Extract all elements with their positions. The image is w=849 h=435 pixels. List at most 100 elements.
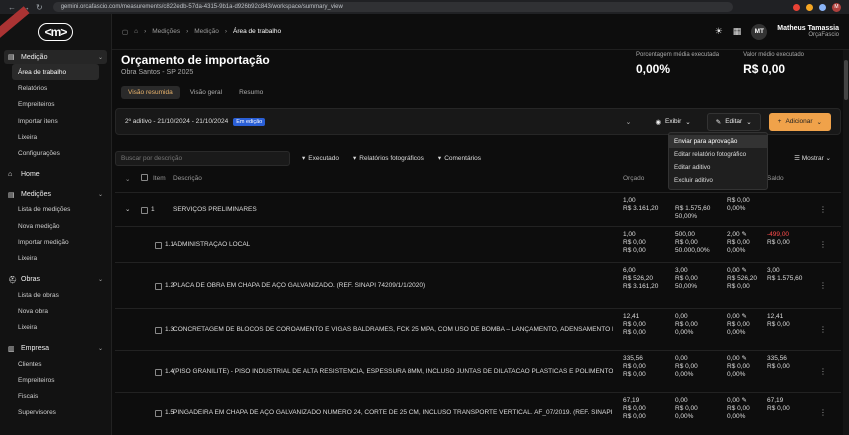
menu-item-editar-relatorio[interactable]: Editar relatório fotográfico [669,148,767,161]
home-icon[interactable]: ⌂ [134,28,138,35]
extension-icon[interactable] [819,3,826,11]
extension-icon[interactable] [806,3,813,11]
select-all-checkbox[interactable] [141,174,148,181]
kpi-value: 0,00% [636,62,671,76]
row-values-c3[interactable]: 0,00 ✎ R$ 0,00 0,00% [727,397,750,422]
sidebar-item[interactable]: Fiscais [0,388,111,404]
row-description[interactable]: ADMINISTRAÇÃO LOCAL [173,241,613,249]
sidebar-item[interactable]: Lista de obras [0,287,111,303]
row-description[interactable]: (PISO GRANILITE) - PISO INDUSTRIAL DE AL… [173,368,613,376]
tab-visao-resumida[interactable]: Visão resumida [121,86,180,99]
filter-relatorios[interactable]: ▾ Relatórios fotográficos [353,154,424,163]
row-checkbox[interactable] [155,242,162,249]
table-row[interactable]: 1.5 PINGADEIRA EM CHAPA DE AÇO GALVANIZAD… [115,392,841,432]
row-values-c3[interactable]: R$ 0,00 0,00% [727,197,750,222]
sidebar-item[interactable]: Lixeira [0,129,111,145]
sidebar-item[interactable]: Lista de medições [0,202,111,218]
sidebar-item[interactable]: Importar medição [0,234,111,250]
menu-item-excluir-aditivo[interactable]: Excluir aditivo [669,174,767,187]
filter-icon: ▾ [302,155,306,162]
row-value [767,283,802,291]
row-more-icon[interactable]: ⋮ [819,367,827,376]
tab-visao-geral[interactable]: Visão geral [183,86,229,99]
sidebar-item[interactable]: Empreiteiros [0,372,111,388]
table-row[interactable]: 1.4 (PISO GRANILITE) - PISO INDUSTRIAL DE… [115,350,841,392]
table-row[interactable]: 1.1 ADMINISTRAÇÃO LOCAL 1,00 R$ 0,00 R$ 0,00… [115,226,841,262]
apps-grid-icon[interactable]: ▦ [733,26,742,37]
row-description[interactable]: CONCRETAGEM DE BLOCOS DE COROAMENTO E VI… [173,326,613,334]
adicionar-button[interactable]: + Adicionar ⌄ [768,112,831,131]
sidebar-item[interactable]: Lixeira [0,251,111,267]
row-more-icon[interactable]: ⋮ [819,205,827,214]
row-value [623,213,658,221]
address-bar[interactable]: gemini.orcafascio.com/measurements/c822e… [52,2,733,12]
row-values-c3[interactable]: 0,00 ✎ R$ 0,00 0,00% [727,313,750,338]
row-description[interactable]: PLACA DE OBRA EM CHAPA DE AÇO GALVANIZAD… [173,282,613,290]
panel-toggle-icon[interactable]: ▢ [122,28,128,36]
theme-sun-icon[interactable]: ☀ [715,26,723,37]
avatar[interactable]: MT [751,23,768,40]
breadcrumb-item[interactable]: Medições [152,28,180,35]
sidebar-item[interactable]: Área de trabalho [12,64,99,81]
row-values-c2: 0,00 R$ 0,00 0,00% [675,355,698,380]
kpis: Porcentagem média executada 0,00% Valor … [636,52,804,76]
menu-item-enviar-aprovacao[interactable]: Enviar para aprovação [669,135,767,148]
sidebar-item[interactable]: Clientes [0,356,111,372]
extension-icon[interactable] [793,3,800,11]
sidebar-item[interactable]: Importar itens [0,113,111,129]
back-icon[interactable]: ← [8,3,16,12]
row-checkbox[interactable] [155,369,162,376]
tab-resumo[interactable]: Resumo [232,86,270,99]
sidebar-item[interactable]: Configurações [0,145,111,161]
row-more-icon[interactable]: ⋮ [819,408,827,417]
search-input[interactable]: Buscar por descrição [115,150,290,166]
chevron-down-icon[interactable]: ⌄ [625,118,631,126]
row-more-icon[interactable]: ⋮ [819,240,827,249]
row-description[interactable]: SERVIÇOS PRELIMINARES [173,206,613,214]
row-checkbox[interactable] [155,327,162,334]
logo[interactable]: <m> [0,6,111,50]
row-values-c1: 12,41 R$ 0,00 R$ 0,00 [623,313,646,338]
row-checkbox[interactable] [141,207,148,214]
row-description[interactable]: PINGADEIRA EM CHAPA DE AÇO GALVANIZADO N… [173,409,613,417]
sidebar-item[interactable]: Relatórios [0,80,111,96]
menu-item-editar-aditivo[interactable]: Editar aditivo [669,161,767,174]
sidebar-section-home[interactable]: ⌂ Home [0,168,111,182]
row-values-c3[interactable]: 0,00 ✎ R$ 0,00 0,00% [727,355,750,380]
sidebar-section-obras[interactable]: ⛑ Obras ⌄ [0,273,111,287]
period-selector[interactable]: 2º aditivo - 21/10/2024 - 21/10/2024 Em … [125,117,266,126]
reload-icon[interactable]: ↻ [36,3,43,12]
row-value: R$ 0,00 [727,405,750,413]
profile-avatar[interactable]: M [832,2,841,12]
filter-comentarios[interactable]: ▾ Comentários [438,154,481,163]
table-row[interactable]: 1.3 CONCRETAGEM DE BLOCOS DE COROAMENTO E… [115,308,841,350]
sidebar-item[interactable]: Supervisores [0,405,111,421]
scrollbar-thumb[interactable] [844,60,848,100]
editar-button[interactable]: ✎ Editar ⌄ [706,112,761,131]
row-values-c3[interactable]: 0,00 ✎ R$ 526,20 R$ 0,00 [727,267,757,292]
sidebar-item[interactable]: Lixeira [0,320,111,336]
sidebar-item[interactable]: Nova medição [0,218,111,234]
row-values-c3[interactable]: 2,00 ✎ R$ 0,00 0,00% [727,231,750,256]
row-more-icon[interactable]: ⋮ [819,281,827,290]
breadcrumb-item[interactable]: Medição [194,28,219,35]
expand-all-icon[interactable]: ⌄ [125,175,130,183]
user-info[interactable]: Matheus Tamassia OrçaFascio [777,25,839,38]
table-row[interactable]: ⌄ 1 SERVIÇOS PRELIMINARES 1,00 R$ 3.161,20 R$… [115,192,841,226]
filter-executado[interactable]: ▾ Executado [302,154,339,163]
row-checkbox[interactable] [155,283,162,290]
sidebar-section-medicoes[interactable]: ▤ Medições ⌄ [0,188,111,202]
row-more-icon[interactable]: ⋮ [819,325,827,334]
table-row[interactable]: 1.2 PLACA DE OBRA EM CHAPA DE AÇO GALVANI… [115,262,841,308]
sidebar-section-empresa[interactable]: ▥ Empresa ⌄ [0,342,111,356]
sidebar-item[interactable]: Nova obra [0,303,111,319]
row-value: R$ 526,20 [727,275,757,283]
mostrar-button[interactable]: ☰ Mostrar ⌄ [794,154,831,162]
row-value [767,371,790,379]
sidebar-section-medicao[interactable]: ▤ Medição ⌄ [4,50,107,64]
scrollbar[interactable] [843,50,849,435]
exibir-button[interactable]: ◉ Exibir ⌄ [647,114,698,130]
row-checkbox[interactable] [155,410,162,417]
sidebar-item[interactable]: Empreiteiros [0,97,111,113]
expand-row-icon[interactable]: ⌄ [125,206,130,214]
